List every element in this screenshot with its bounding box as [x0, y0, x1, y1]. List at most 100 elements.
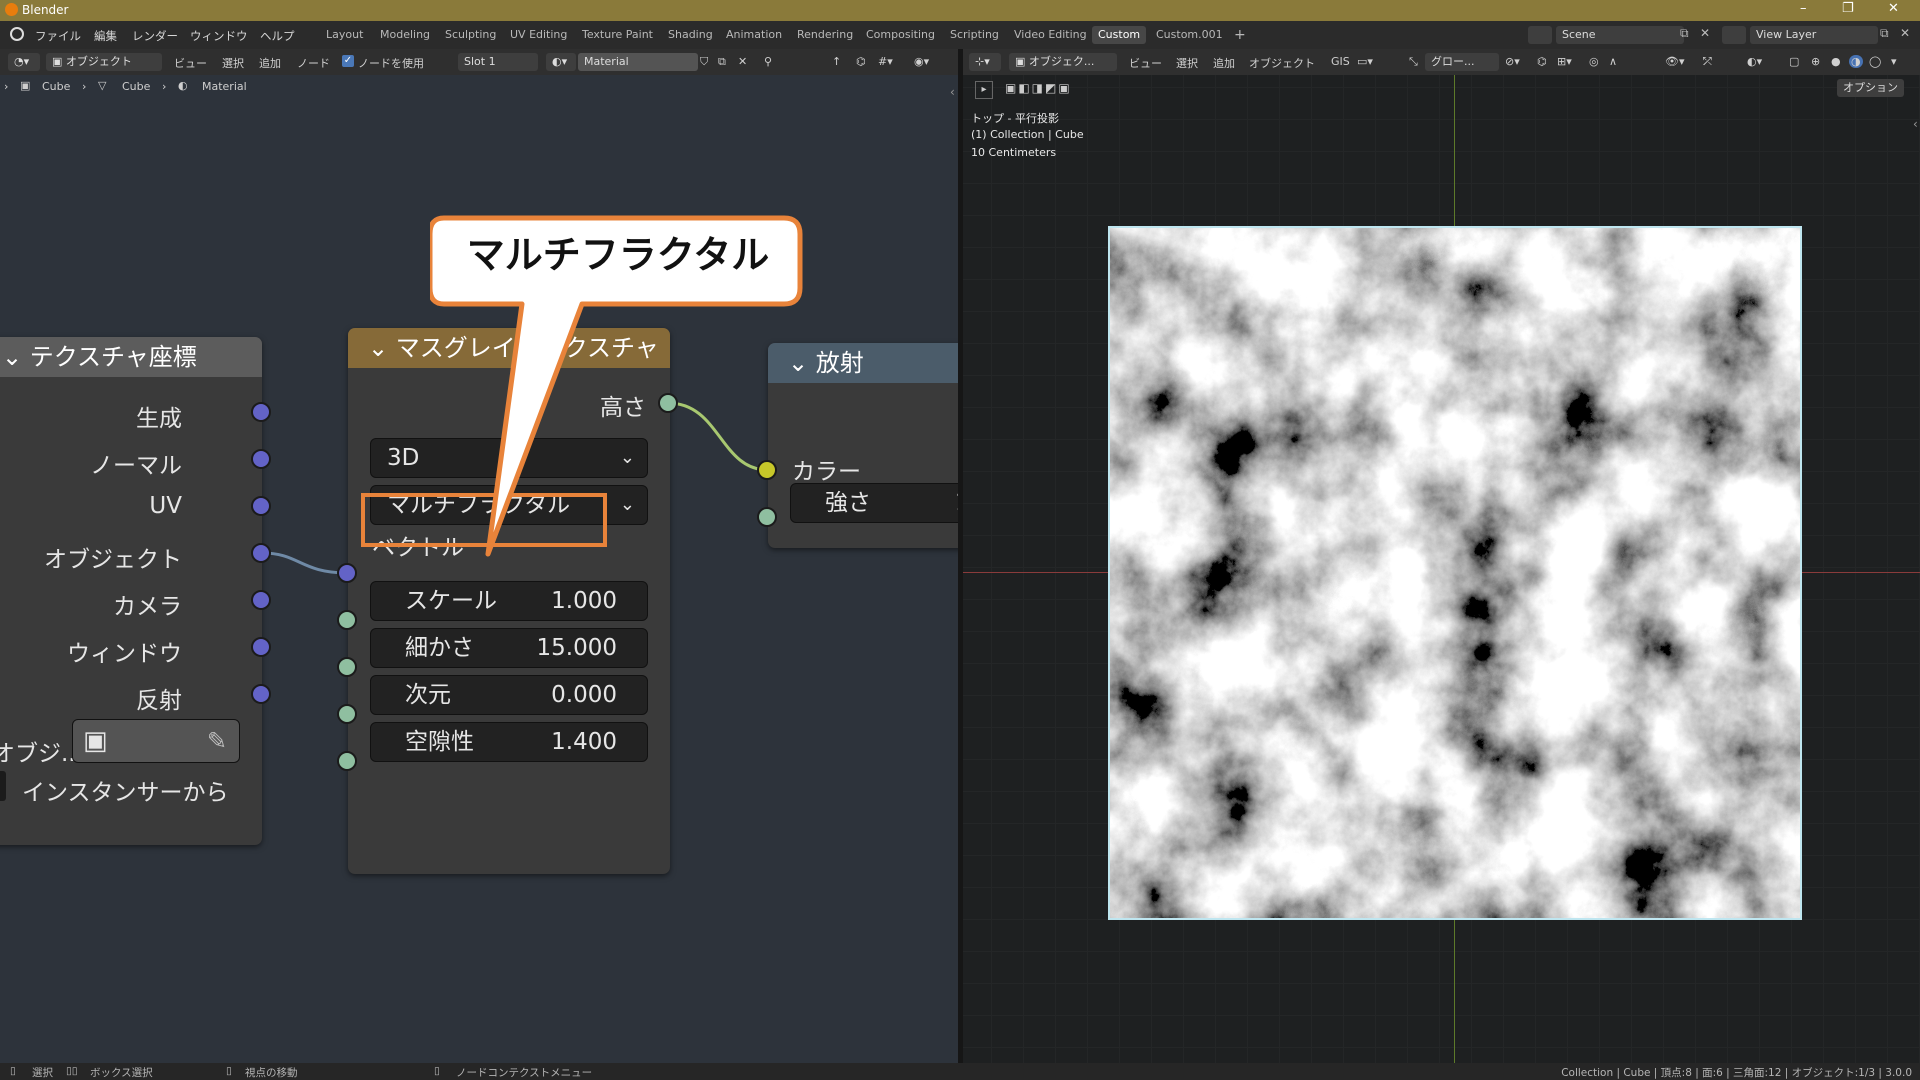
- vp-menu-select[interactable]: 選択: [1176, 55, 1198, 71]
- tab-modeling[interactable]: Modeling: [374, 26, 436, 44]
- socket-dimension-input[interactable]: [337, 704, 357, 724]
- snap-icon[interactable]: ⌬: [856, 55, 866, 68]
- snap-icon[interactable]: ⌬: [1537, 55, 1547, 68]
- socket-object[interactable]: [251, 543, 271, 563]
- view-layer-field[interactable]: View Layer: [1750, 26, 1878, 44]
- scene-name-field[interactable]: Scene: [1556, 26, 1684, 44]
- socket-uv[interactable]: [251, 496, 271, 516]
- maximize-button[interactable]: ❐: [1842, 1, 1854, 16]
- tool-cursor-icon[interactable]: ▸: [975, 81, 993, 99]
- socket-camera[interactable]: [251, 590, 271, 610]
- scale-field[interactable]: スケール 1.000: [370, 581, 648, 621]
- socket-normal[interactable]: [251, 449, 271, 469]
- fake-user-shield-icon[interactable]: ⛉: [700, 55, 708, 69]
- transform-orientation-icon[interactable]: ⤡: [1409, 55, 1418, 69]
- tab-scripting[interactable]: Scripting: [944, 26, 1005, 44]
- tab-compositing[interactable]: Compositing: [860, 26, 941, 44]
- use-nodes-checkbox[interactable]: ✓: [342, 55, 354, 67]
- snap-mode-icon[interactable]: #▾: [878, 55, 893, 68]
- dimension-value-field[interactable]: 次元 0.000: [370, 675, 648, 715]
- viewport-mode-dropdown[interactable]: ▣ オブジェク...: [1009, 53, 1117, 71]
- new-view-layer-icon[interactable]: ⧉: [1880, 26, 1889, 41]
- texture-coordinate-header[interactable]: ⌄ テクスチャ座標: [0, 337, 262, 377]
- pin-icon[interactable]: ⚲: [764, 55, 772, 68]
- node-editor[interactable]: › ▣ Cube › ▽ Cube › ◐ Material ‹ ⌄ テクスチャ…: [0, 75, 958, 1063]
- falloff-icon[interactable]: ∧: [1609, 55, 1617, 68]
- parent-node-tree-icon[interactable]: ↑: [832, 55, 841, 68]
- 3d-viewport[interactable]: ▸ ▣◧◨◩▣ トップ - 平行投影 (1) Collection | Cube…: [963, 75, 1920, 1063]
- menu-edit[interactable]: 編集: [94, 28, 117, 44]
- menu-view[interactable]: ビュー: [174, 55, 207, 71]
- tab-uv-editing[interactable]: UV Editing: [504, 26, 573, 44]
- detail-field[interactable]: 細かさ 15.000: [370, 628, 648, 668]
- shading-rendered-icon[interactable]: ◯: [1869, 55, 1881, 68]
- eyedropper-icon[interactable]: ✎: [207, 722, 227, 760]
- add-workspace-icon[interactable]: +: [1228, 26, 1252, 44]
- new-scene-icon[interactable]: ⧉: [1680, 26, 1689, 41]
- close-button[interactable]: ✕: [1888, 1, 1899, 16]
- xray-icon[interactable]: ▢: [1789, 55, 1799, 68]
- snap-target-icon[interactable]: ⊞▾: [1557, 55, 1572, 68]
- proportional-edit-icon[interactable]: ◎: [1589, 55, 1599, 68]
- pivot-icon[interactable]: ⊘▾: [1505, 55, 1520, 68]
- texture-coordinate-node[interactable]: ⌄ テクスチャ座標 生成 ノーマル UV オブジェクト カメラ ウィンドウ 反射…: [0, 337, 262, 845]
- tab-shading[interactable]: Shading: [662, 26, 719, 44]
- material-name-field[interactable]: Material: [578, 53, 698, 71]
- shading-wireframe-icon[interactable]: ⊕: [1811, 55, 1820, 68]
- tab-rendering[interactable]: Rendering: [791, 26, 859, 44]
- lacunarity-field[interactable]: 空隙性 1.400: [370, 722, 648, 762]
- socket-window[interactable]: [251, 637, 271, 657]
- view-layer-selector-icon[interactable]: [1722, 26, 1746, 44]
- collapse-icon[interactable]: ⌄: [2, 343, 30, 371]
- socket-generated[interactable]: [251, 402, 271, 422]
- menu-render[interactable]: レンダー: [132, 28, 178, 44]
- tab-video-editing[interactable]: Video Editing: [1008, 26, 1093, 44]
- tab-sculpting[interactable]: Sculpting: [439, 26, 502, 44]
- orientation-dropdown[interactable]: グロー...: [1425, 53, 1499, 71]
- slot-dropdown[interactable]: Slot 1: [458, 53, 538, 71]
- menu-add[interactable]: 追加: [259, 55, 281, 71]
- shading-options-icon[interactable]: ▾: [1891, 55, 1897, 68]
- editor-type-selector[interactable]: ◔▾: [8, 53, 40, 71]
- vp-menu-add[interactable]: 追加: [1213, 55, 1235, 71]
- object-picker-field[interactable]: ▣ ✎: [72, 719, 240, 763]
- socket-scale-input[interactable]: [337, 610, 357, 630]
- vp-menu-gis[interactable]: GIS: [1331, 55, 1350, 68]
- overlays-icon[interactable]: ◐▾: [1747, 55, 1762, 68]
- menu-file[interactable]: ファイル: [35, 28, 81, 44]
- collapse-icon[interactable]: ⌄: [368, 334, 396, 362]
- visibility-icon[interactable]: 👁▾: [1665, 55, 1685, 68]
- socket-lacunarity-input[interactable]: [337, 751, 357, 771]
- from-instancer-checkbox[interactable]: [0, 771, 6, 801]
- vp-menu-view[interactable]: ビュー: [1129, 55, 1162, 71]
- mode-dropdown[interactable]: ▣ オブジェクト: [46, 53, 162, 71]
- minimize-button[interactable]: –: [1800, 1, 1807, 16]
- vp-menu-object[interactable]: オブジェクト: [1249, 55, 1315, 71]
- tab-animation[interactable]: Animation: [720, 26, 788, 44]
- socket-detail-input[interactable]: [337, 657, 357, 677]
- select-mode-icons[interactable]: ▣◧◨◩▣: [1005, 81, 1072, 95]
- shading-material-icon[interactable]: ◑: [1849, 55, 1863, 68]
- editor-type-selector[interactable]: ⊹▾: [969, 53, 1001, 71]
- scene-selector-icon[interactable]: [1528, 26, 1552, 44]
- unlink-material-icon[interactable]: ✕: [738, 55, 747, 68]
- tab-texture-paint[interactable]: Texture Paint: [576, 26, 659, 44]
- socket-reflection[interactable]: [251, 684, 271, 704]
- gis-dropdown-icon[interactable]: ▭▾: [1357, 55, 1373, 68]
- material-browse-icon[interactable]: ◐▾: [546, 53, 576, 71]
- tab-custom-001[interactable]: Custom.001: [1150, 26, 1229, 44]
- menu-window[interactable]: ウィンドウ: [190, 28, 248, 44]
- textured-plane[interactable]: [1108, 226, 1802, 920]
- menu-select[interactable]: 選択: [222, 55, 244, 71]
- overlay-icon[interactable]: ◉▾: [914, 55, 929, 68]
- tab-layout[interactable]: Layout: [320, 26, 369, 44]
- blender-menu-icon[interactable]: [10, 27, 24, 41]
- duplicate-material-icon[interactable]: ⧉: [718, 55, 726, 69]
- options-dropdown[interactable]: オプション: [1837, 79, 1904, 97]
- socket-vector-input[interactable]: [337, 563, 357, 583]
- tab-custom[interactable]: Custom: [1092, 26, 1147, 44]
- remove-scene-icon[interactable]: ✕: [1700, 26, 1710, 40]
- sidebar-toggle-icon[interactable]: ‹: [1913, 117, 1918, 131]
- remove-view-layer-icon[interactable]: ✕: [1900, 26, 1910, 40]
- gizmo-icon[interactable]: ⤱: [1703, 55, 1712, 69]
